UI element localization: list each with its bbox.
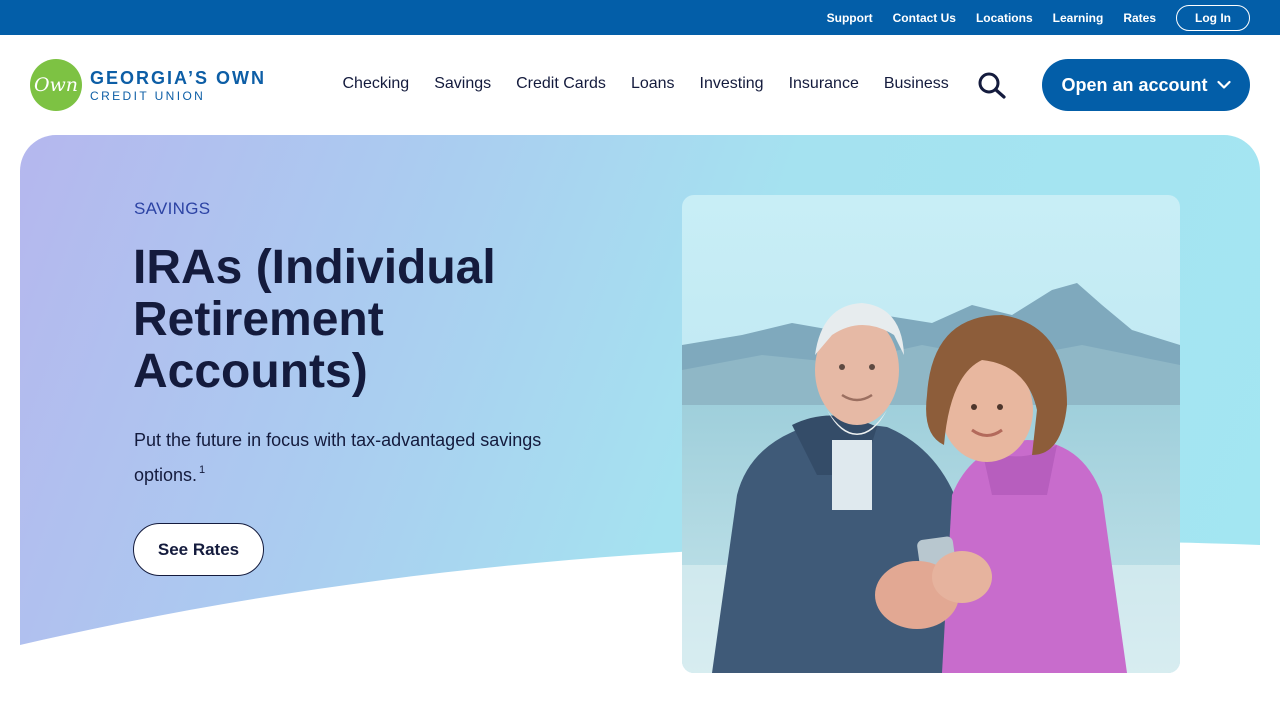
- nav-item-insurance[interactable]: Insurance: [789, 75, 859, 93]
- hero-title: IRAs (Individual Retirement Accounts): [133, 241, 496, 398]
- main-nav: Checking Savings Credit Cards Loans Inve…: [330, 75, 961, 93]
- search-icon: [978, 72, 1006, 99]
- main-header: Own GEORGIA’S OWN CREDIT UNION Checking …: [0, 35, 1280, 135]
- site-logo[interactable]: Own GEORGIA’S OWN CREDIT UNION: [30, 59, 266, 111]
- couple-photo-illustration: [682, 195, 1180, 673]
- utility-bar: Support Contact Us Locations Learning Ra…: [0, 0, 1280, 35]
- utility-link-contact-us[interactable]: Contact Us: [893, 11, 956, 25]
- nav-item-savings[interactable]: Savings: [434, 75, 491, 93]
- nav-item-investing[interactable]: Investing: [700, 75, 764, 93]
- open-account-button[interactable]: Open an account: [1042, 59, 1250, 111]
- hero-description: Put the future in focus with tax-advanta…: [134, 425, 614, 490]
- logo-subname: CREDIT UNION: [90, 88, 206, 103]
- chevron-down-icon: [1216, 80, 1231, 89]
- hero-eyebrow: SAVINGS: [134, 199, 211, 218]
- logo-badge: Own: [30, 59, 82, 111]
- utility-link-rates[interactable]: Rates: [1123, 11, 1156, 25]
- logo-name: GEORGIA’S OWN: [90, 67, 267, 88]
- open-account-label: Open an account: [1061, 74, 1208, 95]
- see-rates-button[interactable]: See Rates: [133, 523, 264, 576]
- hero-photo: [682, 195, 1180, 673]
- nav-item-checking[interactable]: Checking: [343, 75, 410, 93]
- log-in-button[interactable]: Log In: [1176, 4, 1250, 31]
- footnote-marker[interactable]: 1: [199, 464, 205, 476]
- hero-description-text: Put the future in focus with tax-advanta…: [134, 430, 542, 485]
- search-button[interactable]: [974, 71, 1010, 99]
- nav-item-business[interactable]: Business: [884, 75, 949, 93]
- utility-link-locations[interactable]: Locations: [976, 11, 1033, 25]
- nav-item-credit-cards[interactable]: Credit Cards: [516, 75, 606, 93]
- utility-link-support[interactable]: Support: [827, 11, 873, 25]
- nav-item-loans[interactable]: Loans: [631, 75, 675, 93]
- logo-wordmark: GEORGIA’S OWN CREDIT UNION: [90, 69, 266, 102]
- utility-link-learning[interactable]: Learning: [1053, 11, 1104, 25]
